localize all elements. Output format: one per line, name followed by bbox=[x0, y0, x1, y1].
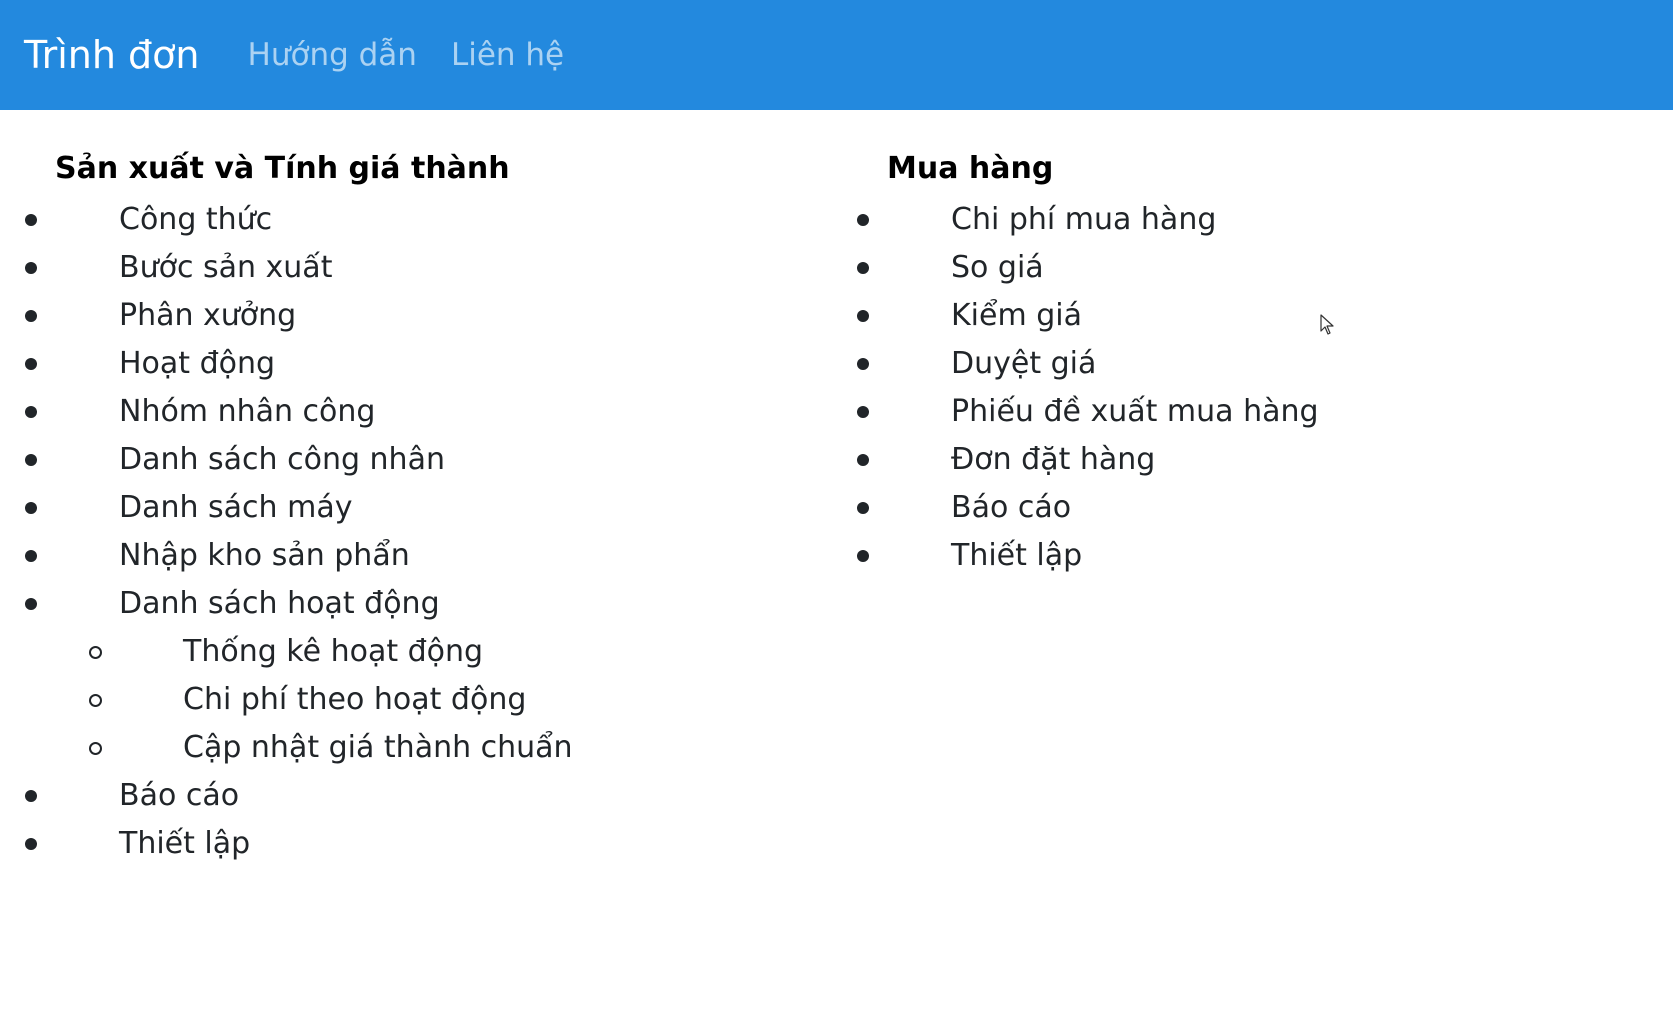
bullet-icon bbox=[857, 502, 869, 514]
menu-link-labor-group[interactable]: Nhóm nhân công bbox=[119, 394, 375, 429]
bullet-icon bbox=[25, 790, 37, 802]
menu-link-machine-list[interactable]: Danh sách máy bbox=[119, 490, 352, 525]
menu-link-price-compare[interactable]: So giá bbox=[951, 250, 1044, 285]
menu-link-production-report[interactable]: Báo cáo bbox=[119, 778, 239, 813]
bullet-icon bbox=[25, 550, 37, 562]
menu-link-production-settings[interactable]: Thiết lập bbox=[119, 826, 250, 861]
list-item: Báo cáo bbox=[857, 484, 1647, 532]
bullet-icon bbox=[857, 406, 869, 418]
bullet-icon bbox=[25, 454, 37, 466]
list-item: Đơn đặt hàng bbox=[857, 436, 1647, 484]
circle-bullet-icon bbox=[89, 742, 102, 755]
list-item: Thiết lập bbox=[857, 532, 1647, 580]
list-item: Kiểm giá bbox=[857, 292, 1647, 340]
menu-link-cost-by-activity[interactable]: Chi phí theo hoạt động bbox=[183, 682, 526, 717]
navbar-brand[interactable]: Trình đơn bbox=[24, 33, 200, 77]
list-item: Phiếu đề xuất mua hàng bbox=[857, 388, 1647, 436]
menu-link-purchasing-report[interactable]: Báo cáo bbox=[951, 490, 1071, 525]
sub-list-item: Chi phí theo hoạt động bbox=[89, 676, 815, 724]
menu-link-purchase-order[interactable]: Đơn đặt hàng bbox=[951, 442, 1155, 477]
top-navbar: Trình đơn Hướng dẫn Liên hệ bbox=[0, 0, 1673, 110]
list-item: Danh sách hoạt động Thống kê hoạt động C… bbox=[25, 580, 815, 772]
bullet-icon bbox=[25, 598, 37, 610]
main-content: Sản xuất và Tính giá thành Công thức Bướ… bbox=[0, 142, 1673, 1011]
list-item: Thiết lập bbox=[25, 820, 815, 868]
menu-link-activity-stats[interactable]: Thống kê hoạt động bbox=[183, 634, 483, 669]
nav-link-guide[interactable]: Hướng dẫn bbox=[248, 37, 417, 73]
circle-bullet-icon bbox=[89, 694, 102, 707]
list-item: Báo cáo bbox=[25, 772, 815, 820]
list-item: Duyệt giá bbox=[857, 340, 1647, 388]
menu-link-purchase-request[interactable]: Phiếu đề xuất mua hàng bbox=[951, 394, 1319, 429]
list-item: Chi phí mua hàng bbox=[857, 196, 1647, 244]
list-item: Hoạt động bbox=[25, 340, 815, 388]
bullet-icon bbox=[25, 262, 37, 274]
sub-list-item: Cập nhật giá thành chuẩn bbox=[89, 724, 815, 772]
purchasing-section-title: Mua hàng bbox=[887, 151, 1054, 186]
sub-list-item: Thống kê hoạt động bbox=[89, 628, 815, 676]
purchasing-section: Mua hàng Chi phí mua hàng So giá Kiểm gi… bbox=[857, 142, 1647, 580]
list-item: So giá bbox=[857, 244, 1647, 292]
list-item: Nhập kho sản phẩn bbox=[25, 532, 815, 580]
bullet-icon bbox=[25, 838, 37, 850]
production-menu-list: Công thức Bước sản xuất Phân xưởng Hoạt … bbox=[25, 196, 815, 868]
list-item: Danh sách máy bbox=[25, 484, 815, 532]
circle-bullet-icon bbox=[89, 646, 102, 659]
bullet-icon bbox=[857, 310, 869, 322]
bullet-icon bbox=[25, 358, 37, 370]
menu-link-purchasing-settings[interactable]: Thiết lập bbox=[951, 538, 1082, 573]
menu-link-purchase-cost[interactable]: Chi phí mua hàng bbox=[951, 202, 1216, 237]
list-item: Phân xưởng bbox=[25, 292, 815, 340]
list-item: Bước sản xuất bbox=[25, 244, 815, 292]
nav-link-contact[interactable]: Liên hệ bbox=[451, 37, 564, 73]
menu-link-workshop[interactable]: Phân xưởng bbox=[119, 298, 296, 333]
menu-link-product-receipt[interactable]: Nhập kho sản phẩn bbox=[119, 538, 410, 573]
bullet-icon bbox=[857, 214, 869, 226]
menu-link-activity[interactable]: Hoạt động bbox=[119, 346, 275, 381]
menu-link-recipe[interactable]: Công thức bbox=[119, 202, 272, 237]
activity-submenu-list: Thống kê hoạt động Chi phí theo hoạt độn… bbox=[89, 628, 815, 772]
list-item: Nhóm nhân công bbox=[25, 388, 815, 436]
bullet-icon bbox=[857, 262, 869, 274]
list-item: Danh sách công nhân bbox=[25, 436, 815, 484]
menu-link-activity-list[interactable]: Danh sách hoạt động bbox=[119, 586, 440, 621]
bullet-icon bbox=[25, 310, 37, 322]
bullet-icon bbox=[857, 358, 869, 370]
production-section: Sản xuất và Tính giá thành Công thức Bướ… bbox=[25, 142, 815, 868]
purchasing-menu-list: Chi phí mua hàng So giá Kiểm giá Duyệt g… bbox=[857, 196, 1647, 580]
menu-link-price-check[interactable]: Kiểm giá bbox=[951, 298, 1082, 333]
menu-link-update-standard-cost[interactable]: Cập nhật giá thành chuẩn bbox=[183, 730, 573, 765]
menu-link-worker-list[interactable]: Danh sách công nhân bbox=[119, 442, 445, 477]
list-item: Công thức bbox=[25, 196, 815, 244]
menu-link-production-step[interactable]: Bước sản xuất bbox=[119, 250, 332, 285]
bullet-icon bbox=[25, 406, 37, 418]
bullet-icon bbox=[857, 454, 869, 466]
mouse-pointer-icon bbox=[1320, 314, 1334, 335]
menu-link-price-approve[interactable]: Duyệt giá bbox=[951, 346, 1096, 381]
bullet-icon bbox=[25, 502, 37, 514]
bullet-icon bbox=[857, 550, 869, 562]
bullet-icon bbox=[25, 214, 37, 226]
production-section-title: Sản xuất và Tính giá thành bbox=[55, 151, 510, 186]
